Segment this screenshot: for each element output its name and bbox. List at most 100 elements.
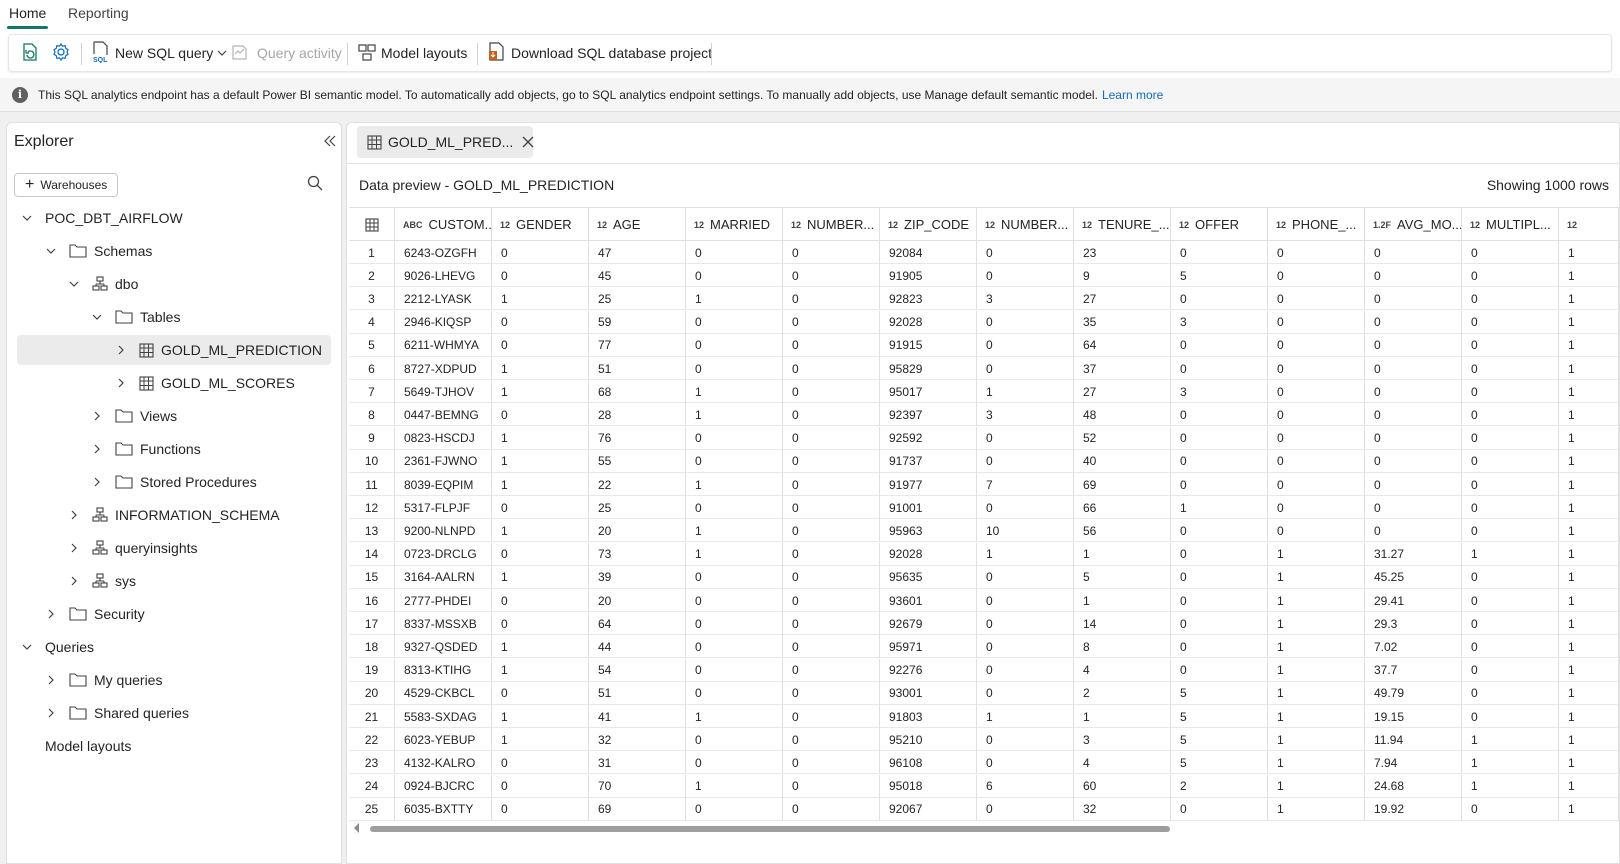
table-cell[interactable]: 69 bbox=[1074, 473, 1171, 496]
table-cell[interactable]: 0 bbox=[492, 774, 589, 798]
learn-more-link[interactable]: Learn more bbox=[1102, 88, 1163, 102]
table-cell[interactable]: 1 bbox=[1268, 774, 1365, 798]
table-cell[interactable]: 2 bbox=[1074, 681, 1171, 705]
table-cell[interactable]: 1 bbox=[1559, 426, 1619, 450]
tree-item-security[interactable]: Security bbox=[45, 599, 145, 629]
table-cell[interactable]: 0 bbox=[783, 542, 880, 566]
row-number-cell[interactable]: 25 bbox=[349, 797, 395, 821]
table-cell[interactable]: 0 bbox=[1171, 473, 1268, 496]
table-cell[interactable]: 95963 bbox=[880, 519, 977, 543]
table-cell[interactable]: 1 bbox=[1268, 681, 1365, 705]
table-cell[interactable]: 73 bbox=[589, 542, 686, 566]
table-cell[interactable]: 91737 bbox=[880, 449, 977, 473]
table-cell[interactable]: 1 bbox=[1559, 542, 1619, 566]
table-cell[interactable]: 2946-KIQSP bbox=[395, 310, 492, 334]
chevron-right-icon[interactable] bbox=[68, 575, 80, 587]
table-cell[interactable]: 0 bbox=[783, 449, 880, 473]
table-cell[interactable]: 37.7 bbox=[1365, 658, 1462, 682]
table-cell[interactable]: 95829 bbox=[880, 357, 977, 380]
table-cell[interactable]: 0 bbox=[977, 681, 1074, 705]
table-cell[interactable]: 0 bbox=[686, 449, 783, 473]
close-icon[interactable] bbox=[521, 135, 535, 149]
tree-item-tables[interactable]: Tables bbox=[91, 302, 180, 332]
table-cell[interactable]: 66 bbox=[1074, 496, 1171, 520]
table-cell[interactable]: 1 bbox=[1559, 681, 1619, 705]
table-cell[interactable]: 7.02 bbox=[1365, 635, 1462, 659]
table-cell[interactable]: 1 bbox=[1462, 542, 1559, 566]
table-cell[interactable]: 31 bbox=[589, 751, 686, 775]
table-row[interactable]: 14 0723-DRCLG 0 73 1 0 92028 1 1 0 1 31.27 1 1 bbox=[349, 542, 1619, 566]
table-cell[interactable]: 0 bbox=[1171, 565, 1268, 589]
table-row[interactable]: 15 3164-AALRN 1 39 0 0 95635 0 5 0 1 45.25 0 1 bbox=[349, 565, 1619, 589]
table-cell[interactable]: 1 bbox=[686, 287, 783, 311]
table-cell[interactable]: 0 bbox=[1268, 403, 1365, 427]
chevron-right-icon[interactable] bbox=[68, 509, 80, 521]
tree-item-sys[interactable]: sys bbox=[68, 566, 136, 596]
table-cell[interactable]: 1 bbox=[1462, 751, 1559, 775]
table-cell[interactable]: 25 bbox=[589, 287, 686, 311]
table-cell[interactable]: 5 bbox=[1074, 565, 1171, 589]
table-row[interactable]: 22 6023-YEBUP 1 32 0 0 95210 0 3 5 1 11.94 1 1 bbox=[349, 728, 1619, 752]
table-cell[interactable]: 95635 bbox=[880, 565, 977, 589]
table-cell[interactable]: 41 bbox=[589, 705, 686, 728]
table-cell[interactable]: 0 bbox=[1171, 589, 1268, 612]
settings-button[interactable] bbox=[51, 35, 71, 71]
table-cell[interactable]: 0 bbox=[1268, 264, 1365, 288]
table-cell[interactable]: 77 bbox=[589, 333, 686, 357]
table-cell[interactable]: 19.92 bbox=[1365, 797, 1462, 821]
table-cell[interactable]: 47 bbox=[589, 241, 686, 264]
row-number-cell[interactable]: 11 bbox=[349, 473, 395, 496]
table-cell[interactable]: 0 bbox=[1171, 403, 1268, 427]
table-cell[interactable]: 0447-BEMNG bbox=[395, 403, 492, 427]
table-row[interactable]: 5 6211-WHMYA 0 77 0 0 91915 0 64 0 0 0 0 1 bbox=[349, 333, 1619, 357]
table-cell[interactable]: 0 bbox=[1171, 635, 1268, 659]
table-cell[interactable]: 5 bbox=[1171, 705, 1268, 728]
table-cell[interactable]: 0 bbox=[977, 333, 1074, 357]
table-cell[interactable]: 0 bbox=[977, 565, 1074, 589]
table-cell[interactable]: 1 bbox=[1559, 310, 1619, 334]
table-cell[interactable]: 0 bbox=[1462, 519, 1559, 543]
row-number-cell[interactable]: 20 bbox=[349, 681, 395, 705]
table-cell[interactable]: 0 bbox=[1268, 473, 1365, 496]
row-number-cell[interactable]: 22 bbox=[349, 728, 395, 752]
table-cell[interactable]: 69 bbox=[589, 797, 686, 821]
table-cell[interactable]: 1 bbox=[1268, 658, 1365, 682]
table-cell[interactable]: 0 bbox=[783, 473, 880, 496]
table-cell[interactable]: 7.94 bbox=[1365, 751, 1462, 775]
table-cell[interactable]: 70 bbox=[589, 774, 686, 798]
row-number-cell[interactable]: 17 bbox=[349, 612, 395, 636]
model-layouts-button[interactable]: Model layouts bbox=[357, 35, 467, 71]
table-cell[interactable]: 0 bbox=[783, 658, 880, 682]
table-cell[interactable]: 6 bbox=[977, 774, 1074, 798]
table-cell[interactable]: 0 bbox=[492, 264, 589, 288]
table-cell[interactable]: 1 bbox=[686, 380, 783, 404]
add-warehouses-button[interactable]: + Warehouses bbox=[14, 173, 118, 197]
table-cell[interactable]: 2 bbox=[1171, 774, 1268, 798]
table-cell[interactable]: 92397 bbox=[880, 403, 977, 427]
search-icon[interactable] bbox=[307, 175, 323, 194]
table-cell[interactable]: 6211-WHMYA bbox=[395, 333, 492, 357]
table-cell[interactable]: 8337-MSSXB bbox=[395, 612, 492, 636]
chevron-down-icon[interactable] bbox=[45, 245, 57, 257]
row-number-cell[interactable]: 13 bbox=[349, 519, 395, 543]
row-number-cell[interactable]: 24 bbox=[349, 774, 395, 798]
table-cell[interactable]: 1 bbox=[1559, 797, 1619, 821]
table-cell[interactable]: 0 bbox=[783, 287, 880, 311]
table-cell[interactable]: 45.25 bbox=[1365, 565, 1462, 589]
chevron-right-icon[interactable] bbox=[45, 707, 57, 719]
table-cell[interactable]: 24.68 bbox=[1365, 774, 1462, 798]
table-cell[interactable]: 1 bbox=[492, 635, 589, 659]
table-cell[interactable]: 4132-KALRO bbox=[395, 751, 492, 775]
column-header[interactable]: 12 MULTIPL... bbox=[1462, 208, 1559, 241]
chevron-right-icon[interactable] bbox=[115, 344, 127, 356]
table-cell[interactable]: 1 bbox=[492, 705, 589, 728]
table-cell[interactable]: 0 bbox=[1171, 426, 1268, 450]
table-cell[interactable]: 0 bbox=[977, 589, 1074, 612]
tree-item-information-schema[interactable]: INFORMATION_SCHEMA bbox=[68, 500, 280, 530]
table-cell[interactable]: 0 bbox=[977, 751, 1074, 775]
table-cell[interactable]: 0 bbox=[977, 635, 1074, 659]
table-cell[interactable]: 0 bbox=[1365, 473, 1462, 496]
table-cell[interactable]: 4 bbox=[1074, 658, 1171, 682]
table-cell[interactable]: 3 bbox=[1171, 310, 1268, 334]
table-cell[interactable]: 1 bbox=[492, 449, 589, 473]
